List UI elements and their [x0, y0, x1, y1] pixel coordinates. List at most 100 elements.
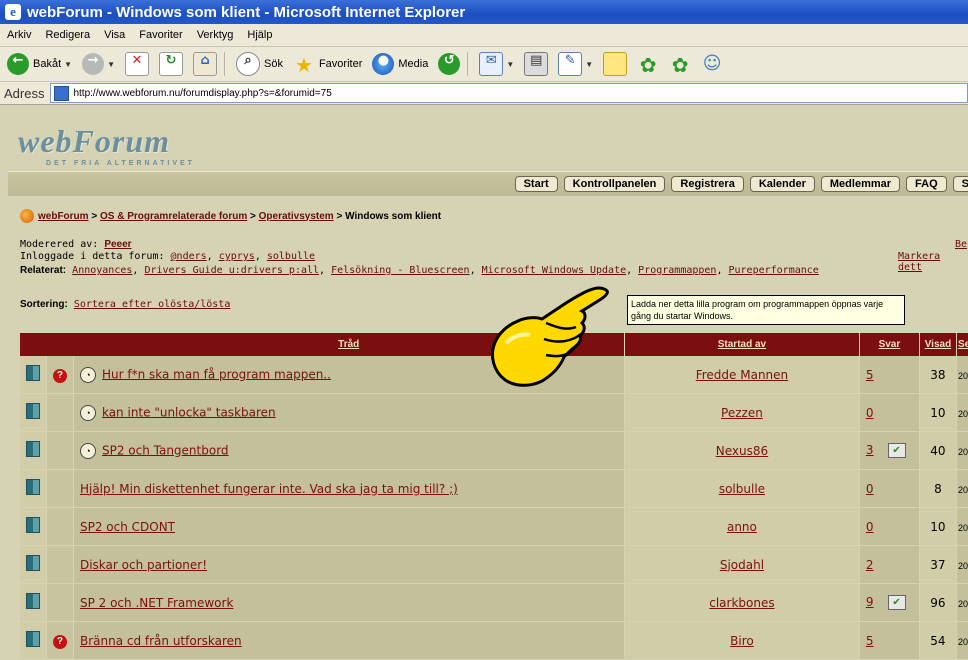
thread-author-link[interactable]: clarkbones [709, 596, 774, 610]
menu-visa[interactable]: Visa [97, 29, 132, 41]
address-input[interactable]: http://www.webforum.nu/forumdisplay.php?… [50, 83, 968, 103]
nav-registrera[interactable]: Registrera [671, 176, 744, 192]
icq-button[interactable]: ✿ [634, 50, 662, 78]
online-user[interactable]: solbulle [267, 251, 315, 262]
thread-title-link[interactable]: SP2 och Tangentbord [102, 443, 229, 457]
history-button[interactable]: ↺ [435, 50, 463, 78]
moderator-link[interactable]: Peeer [104, 239, 131, 250]
menu-verktyg[interactable]: Verktyg [190, 29, 241, 41]
thread-views: 37 [919, 545, 957, 584]
breadcrumb-subcategory[interactable]: Operativsystem [259, 211, 334, 222]
thread-last-post: 2004 [956, 431, 968, 470]
thread-title-link[interactable]: Hur f*n ska man få program mappen.. [102, 367, 331, 381]
thread-title-link[interactable]: Bränna cd från utforskaren [80, 634, 242, 648]
pointing-hand-cursor-icon [490, 286, 609, 387]
thread-author-cell: Fredde Mannen [624, 356, 860, 394]
refresh-button[interactable]: ↻ [156, 50, 186, 78]
menu-favoriter[interactable]: Favoriter [132, 29, 189, 41]
related-link[interactable]: Felsökning - Bluescreen [331, 265, 469, 276]
thread-title-cell: ◔ kan inte "unlocka" taskbaren [73, 393, 625, 432]
thread-title-link[interactable]: Hjälp! Min diskettenhet fungerar inte. V… [80, 482, 458, 496]
nav-medlemmar[interactable]: Medlemmar [820, 176, 901, 192]
sort-link[interactable]: Sortera efter olösta/lösta [74, 299, 231, 310]
nav-kontrollpanelen[interactable]: Kontrollpanelen [563, 176, 666, 192]
nav-start[interactable]: Start [514, 176, 558, 192]
online-users-line: Inloggade i detta forum: @nders, cyprys,… [20, 251, 316, 262]
right-link-a[interactable]: Be [955, 239, 967, 250]
breadcrumb-category[interactable]: OS & Programrelaterade forum [100, 211, 247, 222]
menu-arkiv[interactable]: Arkiv [0, 29, 38, 41]
thread-status-cell [20, 469, 47, 508]
thread-author-link[interactable]: Biro [730, 634, 754, 648]
thread-author-link[interactable]: Nexus86 [716, 444, 768, 458]
header-replies[interactable]: Svar [859, 333, 920, 356]
forum-logo-icon [20, 209, 34, 223]
thread-replies-link[interactable]: 2 [866, 558, 874, 572]
thread-author-link[interactable]: Pezzen [721, 406, 763, 420]
thread-status-cell [20, 583, 47, 622]
thread-author-link[interactable]: anno [727, 520, 757, 534]
address-url: http://www.webforum.nu/forumdisplay.php?… [73, 87, 332, 99]
icq2-button[interactable]: ✿ [666, 50, 694, 78]
related-link[interactable]: Drivers Guide u:drivers p:all [144, 265, 319, 276]
related-link[interactable]: Pureperformance [729, 265, 819, 276]
thread-status-cell [20, 356, 47, 394]
thread-title-link[interactable]: SP 2 och .NET Framework [80, 596, 233, 610]
thread-author-link[interactable]: Sjodahl [720, 558, 764, 572]
favorites-button[interactable]: ★ Favoriter [290, 50, 365, 78]
site-logo[interactable]: webForum DET FRIA ALTERNATIVET [18, 123, 195, 167]
breadcrumb-root[interactable]: webForum [38, 211, 89, 222]
thread-views: 54 [919, 621, 957, 660]
related-line: Relaterat: Annoyances, Drivers Guide u:d… [20, 265, 819, 276]
address-label: Adress [4, 85, 45, 101]
thread-replies-link[interactable]: 0 [866, 520, 874, 534]
related-link[interactable]: Annoyances [72, 265, 132, 276]
menu-hjalp[interactable]: Hjälp [240, 29, 279, 41]
thread-author-link[interactable]: solbulle [719, 482, 765, 496]
thread-replies-link[interactable]: 9 [866, 595, 874, 609]
thread-title-link[interactable]: kan inte "unlocka" taskbaren [102, 405, 276, 419]
thread-views: 10 [919, 393, 957, 432]
thread-replies-link[interactable]: 0 [866, 482, 874, 496]
thread-folder-icon [25, 441, 40, 457]
thread-icon-cell [46, 507, 74, 546]
thread-title-link[interactable]: SP2 och CDONT [80, 520, 175, 534]
stop-button[interactable]: ✕ [122, 50, 152, 78]
header-started[interactable]: Startad av [624, 333, 860, 356]
print-button[interactable]: ▤ [521, 50, 551, 78]
moderator-line: Moderered av: Peeer [20, 239, 132, 250]
thread-title-link[interactable]: Diskar och partioner! [80, 558, 207, 572]
edit-button[interactable]: ✎ ▼ [555, 50, 596, 78]
nav-search[interactable]: S [952, 176, 968, 192]
header-last[interactable]: Sen [956, 333, 968, 356]
mail-button[interactable]: ✉ ▼ [476, 50, 517, 78]
thread-icon-cell [46, 393, 74, 432]
thread-author-link[interactable]: Fredde Mannen [696, 368, 788, 382]
thread-replies-link[interactable]: 3 [866, 443, 874, 457]
media-button[interactable]: ● Media [369, 50, 431, 78]
thread-folder-icon [25, 631, 40, 647]
notes-button[interactable] [600, 50, 630, 78]
mark-read-link[interactable]: Markera dett [898, 251, 968, 273]
related-link[interactable]: Microsoft Windows Update [482, 265, 627, 276]
menu-redigera[interactable]: Redigera [38, 29, 97, 41]
online-user[interactable]: cyprys [219, 251, 255, 262]
messenger-button[interactable]: ☺ [698, 50, 726, 78]
thread-replies-link[interactable]: 0 [866, 406, 874, 420]
online-user[interactable]: @nders [171, 251, 207, 262]
table-row: Diskar och partioner! Sjodahl 2 37 2004 [20, 545, 968, 584]
table-row: ? Bränna cd från utforskaren Biro 5 54 2… [20, 621, 968, 660]
thread-replies-link[interactable]: 5 [866, 634, 874, 648]
thread-views: 38 [919, 356, 957, 394]
forward-button[interactable]: → ▼ [79, 50, 118, 78]
thread-replies-link[interactable]: 5 [866, 368, 874, 382]
search-button[interactable]: ⌕ Sök [233, 50, 286, 78]
nav-kalender[interactable]: Kalender [749, 176, 815, 192]
back-button[interactable]: ← Bakåt ▼ [4, 50, 75, 78]
thread-last-post: 2004 [956, 583, 968, 622]
home-button[interactable]: ⌂ [190, 50, 220, 78]
thread-icon-cell [46, 545, 74, 584]
nav-faq[interactable]: FAQ [906, 176, 947, 192]
header-views[interactable]: Visad [919, 333, 957, 356]
related-link[interactable]: Programmappen [638, 265, 716, 276]
